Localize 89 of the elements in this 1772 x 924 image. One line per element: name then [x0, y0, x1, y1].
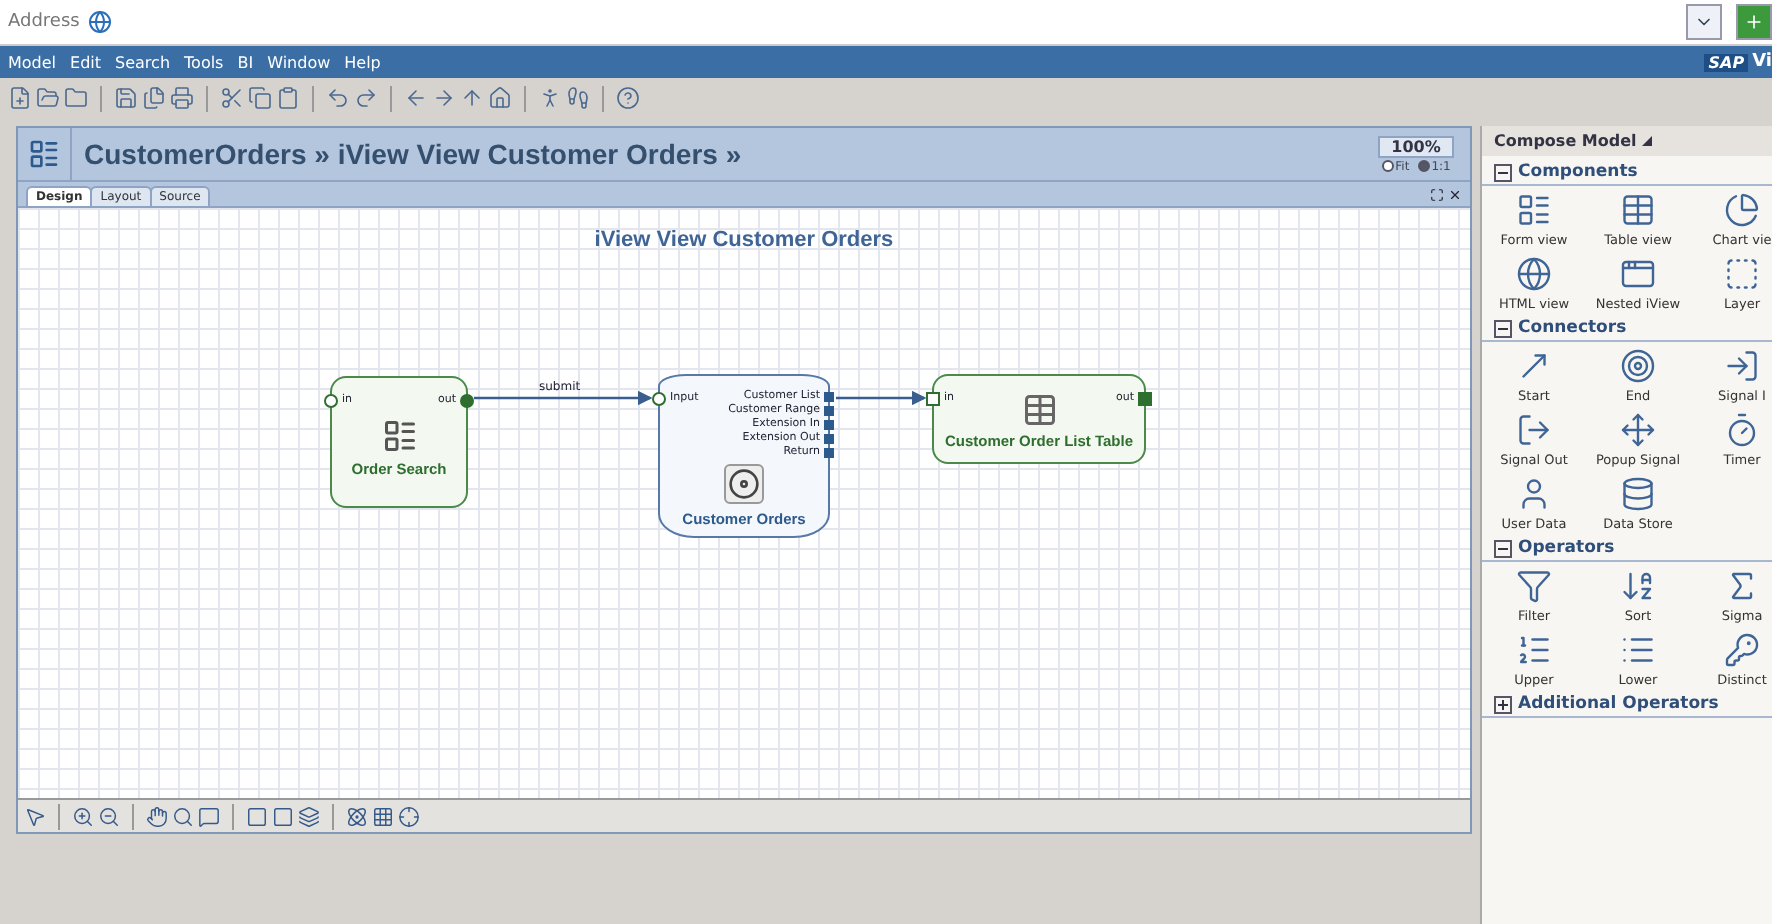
port-icon[interactable]: [324, 394, 338, 408]
section-header[interactable]: Additional Operators: [1482, 688, 1772, 718]
save-icon[interactable]: [114, 86, 138, 110]
list-icon[interactable]: [1620, 632, 1656, 668]
caret-icon[interactable]: [1642, 136, 1653, 146]
redo-icon[interactable]: [354, 86, 378, 110]
menu-item[interactable]: Tools: [184, 53, 224, 71]
paste-icon[interactable]: [276, 86, 300, 110]
search-icon[interactable]: [172, 805, 194, 827]
crosshair-icon[interactable]: [398, 805, 420, 827]
zoom-field[interactable]: 100%: [1378, 135, 1454, 157]
palette-title: Compose Model: [1482, 126, 1772, 156]
collapse-icon[interactable]: [1494, 539, 1512, 557]
move-icon[interactable]: [1620, 412, 1656, 448]
maximize-icon[interactable]: [1430, 187, 1444, 201]
chart-icon[interactable]: [1724, 192, 1760, 228]
dashed-square-icon[interactable]: [1724, 256, 1760, 292]
database-icon[interactable]: [1620, 476, 1656, 512]
shape-icon[interactable]: [272, 805, 294, 827]
connector-arrow[interactable]: [474, 390, 653, 406]
editor-title: CustomerOrders » iView View Customer Orders »: [84, 138, 742, 170]
signal-in-icon[interactable]: [1724, 348, 1760, 384]
view-icon: [28, 138, 60, 170]
undo-icon[interactable]: [326, 86, 350, 110]
canvas-title: iView View Customer Orders: [592, 228, 896, 252]
section-header[interactable]: Operators: [1482, 532, 1772, 562]
up-arrow-icon[interactable]: [460, 86, 484, 110]
home-icon[interactable]: [488, 86, 512, 110]
signal-out-icon[interactable]: [1516, 412, 1552, 448]
section-header[interactable]: Components: [1482, 156, 1772, 186]
collapse-icon[interactable]: [1494, 163, 1512, 181]
menu-item[interactable]: Edit: [70, 53, 102, 71]
menu-item[interactable]: Search: [115, 53, 171, 71]
timer-icon[interactable]: [1724, 412, 1760, 448]
back-arrow-icon[interactable]: [404, 86, 428, 110]
folder-icon[interactable]: [64, 86, 88, 110]
forward-arrow-icon[interactable]: [432, 86, 456, 110]
shape-icon[interactable]: [246, 805, 268, 827]
pointer-icon[interactable]: [24, 805, 46, 827]
help-icon[interactable]: [616, 86, 640, 110]
open-folder-icon[interactable]: [36, 86, 60, 110]
browser-icon: [87, 10, 112, 34]
logo: SAP: [1704, 53, 1749, 71]
list-icon[interactable]: [1516, 632, 1552, 668]
port-icon[interactable]: [926, 392, 940, 406]
comment-icon[interactable]: [198, 805, 220, 827]
user-icon[interactable]: [1516, 476, 1552, 512]
copy-icon[interactable]: [248, 86, 272, 110]
app-name: Vi: [1752, 52, 1772, 72]
plus-icon: [1744, 12, 1764, 32]
person-icon[interactable]: [538, 86, 562, 110]
layers-icon[interactable]: [298, 805, 320, 827]
key-icon[interactable]: [1724, 632, 1760, 668]
menu-item[interactable]: Help: [344, 53, 381, 71]
port-icon[interactable]: [652, 392, 666, 406]
menu-item[interactable]: Window: [267, 53, 331, 71]
address-label: Address: [8, 12, 80, 32]
sort-icon[interactable]: [1620, 568, 1656, 604]
grid-icon[interactable]: [372, 805, 394, 827]
collapse-icon[interactable]: [1494, 319, 1512, 337]
globe-icon[interactable]: [1516, 256, 1552, 292]
section-header[interactable]: Connectors: [1482, 312, 1772, 342]
cut-icon[interactable]: [220, 86, 244, 110]
section-title: Connectors: [1518, 318, 1627, 338]
section-title: Additional Operators: [1518, 694, 1719, 714]
service-icon: [724, 464, 764, 504]
table-icon: [1021, 392, 1057, 428]
menu-item[interactable]: Model: [8, 53, 57, 71]
target-icon[interactable]: [1620, 348, 1656, 384]
close-icon[interactable]: [1448, 187, 1462, 201]
zoom-in-icon[interactable]: [72, 805, 94, 827]
section-title: Components: [1518, 162, 1638, 182]
filter-icon[interactable]: [1516, 568, 1552, 604]
documents-icon[interactable]: [142, 86, 166, 110]
table-icon[interactable]: [1620, 192, 1656, 228]
section-title: Operators: [1518, 538, 1615, 558]
zoom-out-icon[interactable]: [98, 805, 120, 827]
hand-icon[interactable]: [146, 805, 168, 827]
go-button[interactable]: [1736, 4, 1772, 40]
form-icon[interactable]: [1516, 192, 1552, 228]
expand-icon[interactable]: [1494, 695, 1512, 713]
port-icon[interactable]: [460, 394, 474, 408]
form-icon: [381, 418, 417, 454]
window-icon[interactable]: [1620, 256, 1656, 292]
new-file-icon[interactable]: [8, 86, 32, 110]
print-icon[interactable]: [170, 86, 194, 110]
connector-arrow[interactable]: [836, 390, 927, 406]
start-arrow-icon[interactable]: [1516, 348, 1552, 384]
menu-item[interactable]: BI: [237, 53, 254, 71]
